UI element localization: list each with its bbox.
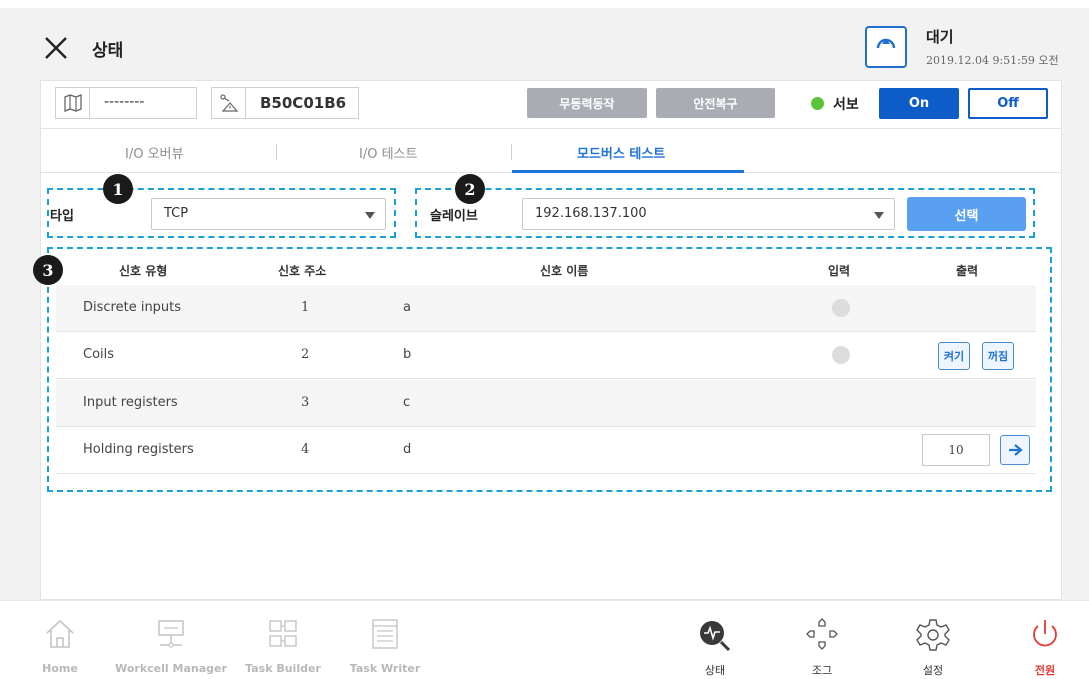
- nav-task-writer[interactable]: Task Writer: [345, 601, 425, 679]
- holding-register-input[interactable]: 10: [922, 434, 990, 466]
- robot-value: B50C01B6: [260, 94, 347, 112]
- nav-jog-label: 조그: [811, 664, 833, 677]
- row-signal-address: 2: [301, 347, 310, 362]
- nav-settings-label: 설정: [922, 664, 944, 677]
- tab-io-overview[interactable]: I/O 오버뷰: [125, 143, 183, 162]
- nav-workcell-manager[interactable]: Workcell Manager: [115, 601, 227, 679]
- row-signal-name: c: [403, 395, 411, 410]
- header-signal-type: 신호 유형: [119, 264, 168, 278]
- nav-settings[interactable]: 설정: [908, 601, 958, 679]
- header-signal-name: 신호 이름: [540, 264, 589, 278]
- table-row: Input registers 3 c: [56, 380, 1036, 427]
- task-writer-icon: [372, 619, 398, 649]
- status-label: 대기: [926, 28, 954, 46]
- badge-2: 2: [455, 174, 485, 204]
- task-builder-icon: [269, 620, 297, 647]
- servo-label: 서보: [833, 97, 859, 113]
- status-datetime: 2019.12.04 9:51:59 오전: [926, 54, 1059, 67]
- page-title: 상태: [92, 41, 124, 61]
- row-signal-name: b: [403, 347, 412, 362]
- servo-status-indicator: [811, 97, 824, 110]
- table-header: 신호 유형 신호 주소 신호 이름 입력 출력: [56, 256, 1046, 284]
- slave-label: 슬레이브: [430, 209, 478, 224]
- nav-status[interactable]: 상태: [690, 601, 740, 679]
- workcell-icon: [158, 620, 184, 648]
- dropdown-arrow-icon: [365, 212, 375, 219]
- coil-on-button[interactable]: 켜기: [938, 342, 970, 370]
- servo-on-button[interactable]: On: [879, 88, 959, 119]
- row-signal-type: Coils: [83, 347, 115, 362]
- header: 상태 대기 2019.12.04 9:51:59 오전: [0, 8, 1089, 80]
- robot-warning-icon: [212, 88, 246, 118]
- nav-power[interactable]: 전원: [1020, 601, 1070, 679]
- tab-divider: [276, 144, 277, 160]
- nav-status-label: 상태: [704, 664, 726, 677]
- badge-1: 1: [103, 174, 133, 204]
- nav-home[interactable]: Home: [20, 601, 100, 679]
- tab-modbus-test[interactable]: 모드버스 테스트: [577, 143, 665, 162]
- type-select[interactable]: TCP: [151, 198, 386, 230]
- input-indicator: [832, 346, 850, 364]
- row-signal-address: 3: [301, 395, 310, 410]
- safety-recovery-button[interactable]: 안전복구: [656, 88, 775, 118]
- gear-icon: [916, 619, 950, 651]
- free-drive-button[interactable]: 무등력동작: [527, 88, 647, 118]
- header-input: 입력: [828, 264, 851, 278]
- servo-off-button[interactable]: Off: [968, 88, 1048, 119]
- input-indicator: [832, 299, 850, 317]
- jog-icon: [806, 618, 838, 650]
- active-tab-indicator: [512, 170, 744, 173]
- write-register-button[interactable]: [1000, 435, 1030, 465]
- slave-select-value: 192.168.137.100: [535, 206, 647, 221]
- map-icon: [56, 88, 90, 118]
- workcell-selector[interactable]: --------: [55, 87, 197, 119]
- home-icon: [46, 619, 74, 648]
- row-signal-name: a: [403, 300, 411, 315]
- close-icon[interactable]: [42, 34, 70, 62]
- arrow-right-icon: [1009, 444, 1023, 456]
- robot-selector[interactable]: B50C01B6: [211, 87, 359, 119]
- slave-select[interactable]: 192.168.137.100: [522, 198, 895, 230]
- nav-workcell-manager-label: Workcell Manager: [115, 662, 227, 675]
- nav-task-builder-label: Task Builder: [245, 662, 321, 675]
- workcell-value: --------: [104, 94, 145, 110]
- header-signal-address: 신호 주소: [278, 264, 327, 278]
- coil-off-button[interactable]: 꺼짐: [982, 342, 1014, 370]
- nav-home-label: Home: [42, 662, 78, 675]
- table-row: Discrete inputs 1 a: [56, 285, 1036, 332]
- nav-task-writer-label: Task Writer: [349, 662, 421, 675]
- dropdown-arrow-icon: [874, 212, 884, 219]
- nav-task-builder[interactable]: Task Builder: [238, 601, 328, 679]
- toolbar: -------- B50C01B6 무등력동작 안전복구 서보 On Off: [41, 81, 1061, 129]
- row-signal-address: 4: [301, 442, 310, 457]
- tab-bar: I/O 오버뷰 I/O 테스트 모드버스 테스트: [41, 129, 1061, 173]
- standby-icon: [876, 38, 896, 49]
- row-divider: [56, 473, 1036, 474]
- status-monitor-icon: [700, 621, 731, 652]
- table-row: Coils 2 b 켜기 꺼짐: [56, 332, 1036, 379]
- table-row: Holding registers 4 d 10: [56, 427, 1036, 474]
- tab-divider: [511, 144, 512, 160]
- row-signal-name: d: [403, 442, 412, 457]
- power-icon: [1033, 620, 1057, 647]
- row-signal-address: 1: [301, 300, 310, 315]
- row-signal-type: Input registers: [83, 395, 178, 410]
- tab-io-test[interactable]: I/O 테스트: [359, 143, 417, 162]
- status-refresh-button[interactable]: [865, 26, 907, 68]
- nav-power-label: 전원: [1034, 664, 1056, 677]
- row-divider: [56, 378, 1036, 379]
- bottom-nav: Home Workcell Manager Task Builder Task …: [0, 600, 1089, 679]
- row-signal-type: Holding registers: [83, 442, 194, 457]
- select-slave-button[interactable]: 선택: [907, 197, 1026, 231]
- row-signal-type: Discrete inputs: [83, 300, 182, 315]
- header-output: 출력: [956, 264, 979, 278]
- type-label: 타입: [50, 209, 74, 224]
- type-select-value: TCP: [164, 206, 189, 221]
- top-strip: [0, 0, 1089, 8]
- nav-jog[interactable]: 조그: [797, 601, 847, 679]
